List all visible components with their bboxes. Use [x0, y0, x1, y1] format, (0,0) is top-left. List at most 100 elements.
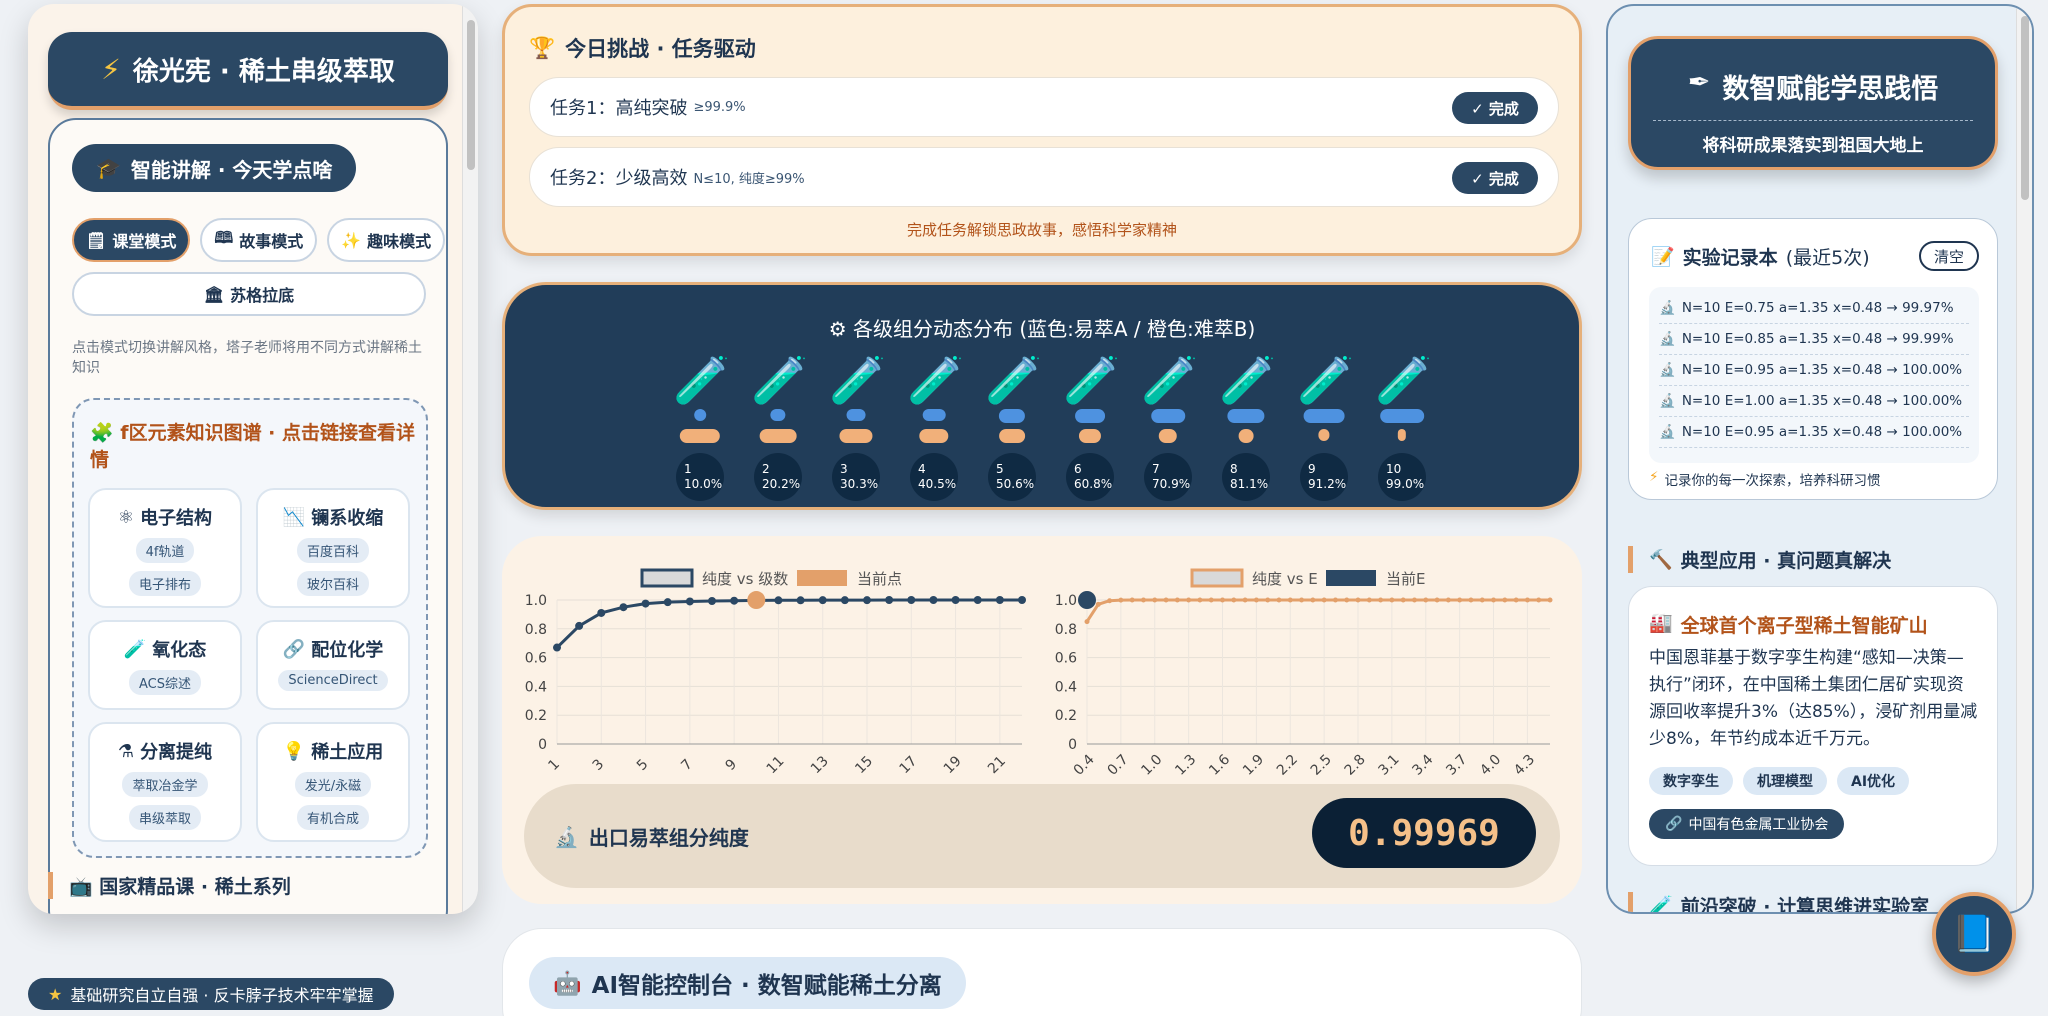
tag-link[interactable]: 玻尔百科: [296, 571, 369, 596]
tag-link[interactable]: 百度百科: [296, 538, 369, 563]
tag-link[interactable]: ScienceDirect: [278, 670, 388, 691]
stage-tube: 🧪 6 60.8%: [1055, 353, 1125, 501]
mode-hint: 点击模式切换讲解风格，塔子老师将用不同方式讲解稀土知识: [72, 340, 422, 376]
data-point: [1434, 597, 1440, 603]
task-complete-button[interactable]: ✓ 完成: [1452, 162, 1538, 194]
microscope-icon: 🔬: [1659, 393, 1676, 409]
stage-percent: 91.2%: [1308, 477, 1347, 491]
stage-percent: 30.3%: [840, 477, 879, 491]
legend-swatch: [1190, 568, 1244, 588]
clear-button[interactable]: 清空: [1919, 241, 1979, 271]
data-point: [575, 621, 584, 630]
stage-percent: 99.0%: [1386, 477, 1425, 491]
x-tick-label: 0.4: [1071, 752, 1098, 779]
card-rare-earth-applications[interactable]: 💡 稀土应用 发光/永磁 有机合成: [256, 722, 410, 842]
data-point: [1095, 601, 1101, 607]
applications-title: 🔨 典型应用 · 真问题真解决: [1628, 546, 1891, 573]
tag-link[interactable]: 有机合成: [296, 805, 369, 830]
tag-link[interactable]: ACS综述: [129, 670, 201, 695]
story-mode-button[interactable]: 🕮 故事模式: [200, 218, 318, 262]
data-point: [1287, 597, 1293, 603]
data-point: [1400, 597, 1406, 603]
microscope-icon: 🔬: [1659, 424, 1676, 440]
chart-icon: 📉: [282, 506, 306, 528]
stage-tube: 🧪 4 40.5%: [899, 353, 969, 501]
scrollbar-thumb[interactable]: [467, 20, 475, 170]
stage-label: 6 60.8%: [1066, 453, 1114, 501]
knowledge-graph: 🧩 f区元素知识图谱 · 点击链接查看详情 ⚛ 电子结构 4f轨道 电子排布 📉 镧…: [72, 398, 428, 858]
application-card: 🏭 全球首个离子型稀土智能矿山 中国恩菲基于数字孪生构建“感知—决策—执行”闭环，…: [1628, 586, 1998, 866]
x-tick-label: 4.3: [1511, 752, 1538, 779]
list-item: 🔬 N=10 E=1.00 a=1.35 x=0.48 → 100.00%: [1659, 386, 1969, 417]
list-item: 🔬 N=10 E=0.95 a=1.35 x=0.48 → 100.00%: [1659, 417, 1969, 448]
data-point: [1457, 597, 1463, 603]
data-point: [1299, 597, 1305, 603]
data-point: [1231, 597, 1237, 603]
y-tick-label: 0.2: [525, 708, 547, 724]
right-panel: ✒ 数智赋能学思践悟 将科研成果落实到祖国大地上 📝 实验记录本 (最近5次) 清空 …: [1606, 4, 2034, 914]
application-tags: 数字孪生 机理模型 AI优化: [1649, 767, 1910, 795]
scrollbar-thumb[interactable]: [2021, 16, 2029, 200]
data-point: [796, 596, 805, 605]
tag-link[interactable]: 串级萃取: [128, 805, 201, 830]
tag-link[interactable]: 发光/永磁: [294, 772, 372, 797]
tv-icon: 📺: [69, 876, 93, 898]
stage-label: 5 50.6%: [988, 453, 1036, 501]
stage-percent: 70.9%: [1152, 477, 1191, 491]
stage-number: 3: [840, 462, 848, 476]
stage-tube: 🧪 5 50.6%: [977, 353, 1047, 501]
data-point: [1366, 597, 1372, 603]
source-link[interactable]: 🔗 中国有色金属工业协会: [1649, 809, 1845, 839]
lab-notebook: 📝 实验记录本 (最近5次) 清空 🔬 N=10 E=0.75 a=1.35 x=0.…: [1628, 218, 1998, 500]
fun-mode-button[interactable]: ✨ 趣味模式: [327, 218, 446, 262]
right-scrollbar[interactable]: [2016, 6, 2032, 912]
data-point: [730, 596, 739, 605]
card-lanthanide-contraction[interactable]: 📉 镧系收缩 百度百科 玻尔百科: [256, 488, 410, 608]
card-coordination-chemistry[interactable]: 🔗 配位化学 ScienceDirect: [256, 620, 410, 710]
output-label: 🔬 出口易萃组分纯度: [554, 824, 749, 851]
stage-percent: 50.6%: [996, 477, 1035, 491]
y-tick-label: 0.4: [525, 679, 547, 695]
tag-link[interactable]: 4f轨道: [135, 538, 195, 563]
series-line: [1085, 598, 1550, 623]
task-complete-button[interactable]: ✓ 完成: [1452, 92, 1538, 124]
classroom-mode-button[interactable]: 🗒 课堂模式: [72, 218, 191, 262]
component-b-bar: [919, 429, 949, 443]
left-scrollbar[interactable]: [462, 4, 478, 914]
x-tick-label: 19: [941, 753, 965, 777]
data-point: [1547, 597, 1553, 603]
card-oxidation-state[interactable]: 🧪 氧化态 ACS综述: [88, 620, 242, 710]
x-tick-label: 21: [985, 753, 1009, 777]
card-separation[interactable]: ⚗ 分离提纯 萃取冶金学 串级萃取: [88, 722, 242, 842]
data-point: [1163, 597, 1169, 603]
stage-distribution: ⚙ 各级组分动态分布 (蓝色:易萃A / 橙色:难萃B) 🧪 1 10.0% 🧪 2 20…: [502, 282, 1582, 510]
data-point: [1084, 619, 1090, 625]
socratic-mode-button[interactable]: 🏛 苏格拉底: [72, 272, 426, 316]
book-fab-button[interactable]: 📘: [1932, 892, 2016, 976]
data-point: [1321, 597, 1327, 603]
component-a-bar: [694, 409, 706, 421]
data-point: [1220, 597, 1226, 603]
x-tick-label: 9: [723, 756, 741, 774]
stage-label: 10 99.0%: [1378, 453, 1426, 501]
tag-link[interactable]: 电子排布: [128, 571, 201, 596]
data-point: [951, 596, 960, 604]
board-icon: 🗒: [86, 230, 107, 250]
tag-link[interactable]: 萃取冶金学: [122, 772, 208, 797]
component-b-bar: [839, 429, 873, 443]
list-item: 🔬 N=10 E=0.75 a=1.35 x=0.48 → 99.97%: [1659, 293, 1969, 324]
puzzle-icon: 🧩: [90, 422, 114, 444]
data-point: [840, 596, 849, 605]
data-point: [1479, 597, 1485, 603]
task-row: 任务2：少级高效 N≤10, 纯度≥99% ✓ 完成: [529, 147, 1559, 207]
x-tick-label: 2.2: [1274, 752, 1301, 779]
notebook-icon: 📝: [1651, 246, 1675, 268]
microscope-icon: 🔬: [1659, 300, 1676, 316]
test-tube-icon: 🧪: [1649, 895, 1673, 914]
card-electron-structure[interactable]: ⚛ 电子结构 4f轨道 电子排布: [88, 488, 242, 608]
test-tube-icon: 🧪: [1375, 353, 1433, 407]
stage-tube: 🧪 3 30.3%: [821, 353, 891, 501]
right-brand: ✒ 数智赋能学思践悟 将科研成果落实到祖国大地上: [1628, 36, 1998, 170]
data-point: [1129, 597, 1135, 603]
tag: 数字孪生: [1649, 767, 1733, 795]
